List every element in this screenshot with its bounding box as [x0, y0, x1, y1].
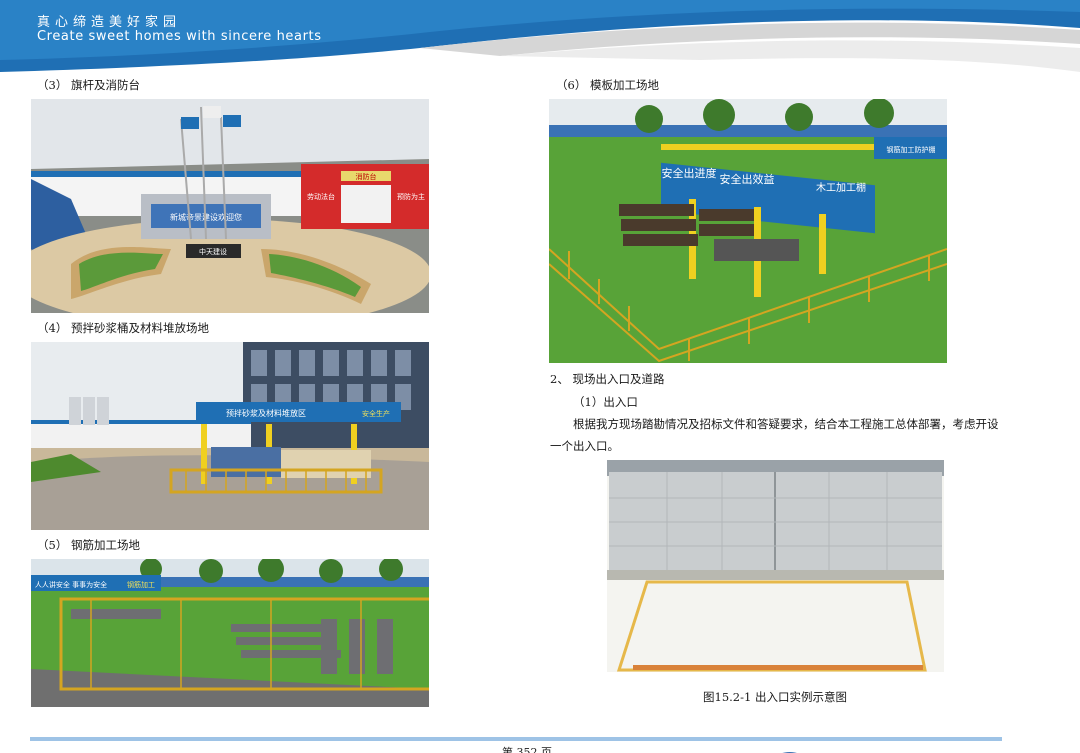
banner-title-cn: 真心缔造美好家园	[37, 15, 182, 30]
footer-logo	[770, 744, 860, 753]
caption-mortar: （4） 预拌砂浆桶及材料堆放场地	[37, 321, 209, 335]
header-banner: 真心缔造美好家园 Create sweet homes with sincere…	[0, 0, 1080, 72]
fire-station-right-text: 预防为主	[397, 192, 425, 201]
mortar-sign-right: 安全生产	[362, 409, 390, 418]
fire-station-left-text: 劳动法台	[307, 192, 335, 201]
fire-station-title: 消防台	[356, 172, 377, 181]
sub-heading-entrance: （1）出入口	[573, 395, 638, 409]
mortar-storage-image: 预拌砂浆及材料堆放区 安全生产	[31, 342, 429, 530]
plinth-sign-text: 中天建设	[199, 247, 227, 256]
figure-caption-entrance: 图15.2-1 出入口实例示意图	[703, 690, 847, 704]
section-heading-entrance-road: 2、 现场出入口及道路	[550, 372, 665, 386]
mortar-sign-text: 预拌砂浆及材料堆放区	[226, 408, 306, 418]
page-number: 第 352 页	[502, 746, 552, 753]
caption-formwork: （6） 模板加工场地	[556, 78, 659, 92]
body-paragraph-line2: 一个出入口。	[550, 439, 619, 453]
banner-title-en: Create sweet homes with sincere hearts	[37, 29, 322, 44]
entrance-gate-photo	[607, 460, 944, 672]
rebar-sign-right: 钢筋加工	[127, 580, 155, 589]
flagpole-fire-station-image: 新城帝景建设欢迎您 中天建设 消防台 劳动法台 预防为主	[31, 99, 429, 313]
formwork-sign-mid: 安全出效益	[720, 172, 775, 186]
caption-rebar: （5） 钢筋加工场地	[37, 538, 140, 552]
rebar-processing-image: 人人讲安全 事事为安全 钢筋加工	[31, 559, 429, 707]
formwork-processing-image: 安全出进度 安全出效益 木工加工棚 钢筋加工防护棚	[549, 99, 947, 363]
footer-rule	[30, 737, 1002, 741]
rebar-sign-text: 人人讲安全 事事为安全	[35, 580, 107, 589]
caption-flagpole: （3） 旗杆及消防台	[37, 78, 140, 92]
body-paragraph-line1: 根据我方现场踏勘情况及招标文件和答疑要求，结合本工程施工总体部署，考虑开设	[573, 417, 999, 431]
formwork-sign-far: 钢筋加工防护棚	[887, 145, 936, 154]
formwork-sign-right: 木工加工棚	[816, 181, 866, 194]
formwork-sign-left: 安全出进度	[662, 166, 717, 180]
